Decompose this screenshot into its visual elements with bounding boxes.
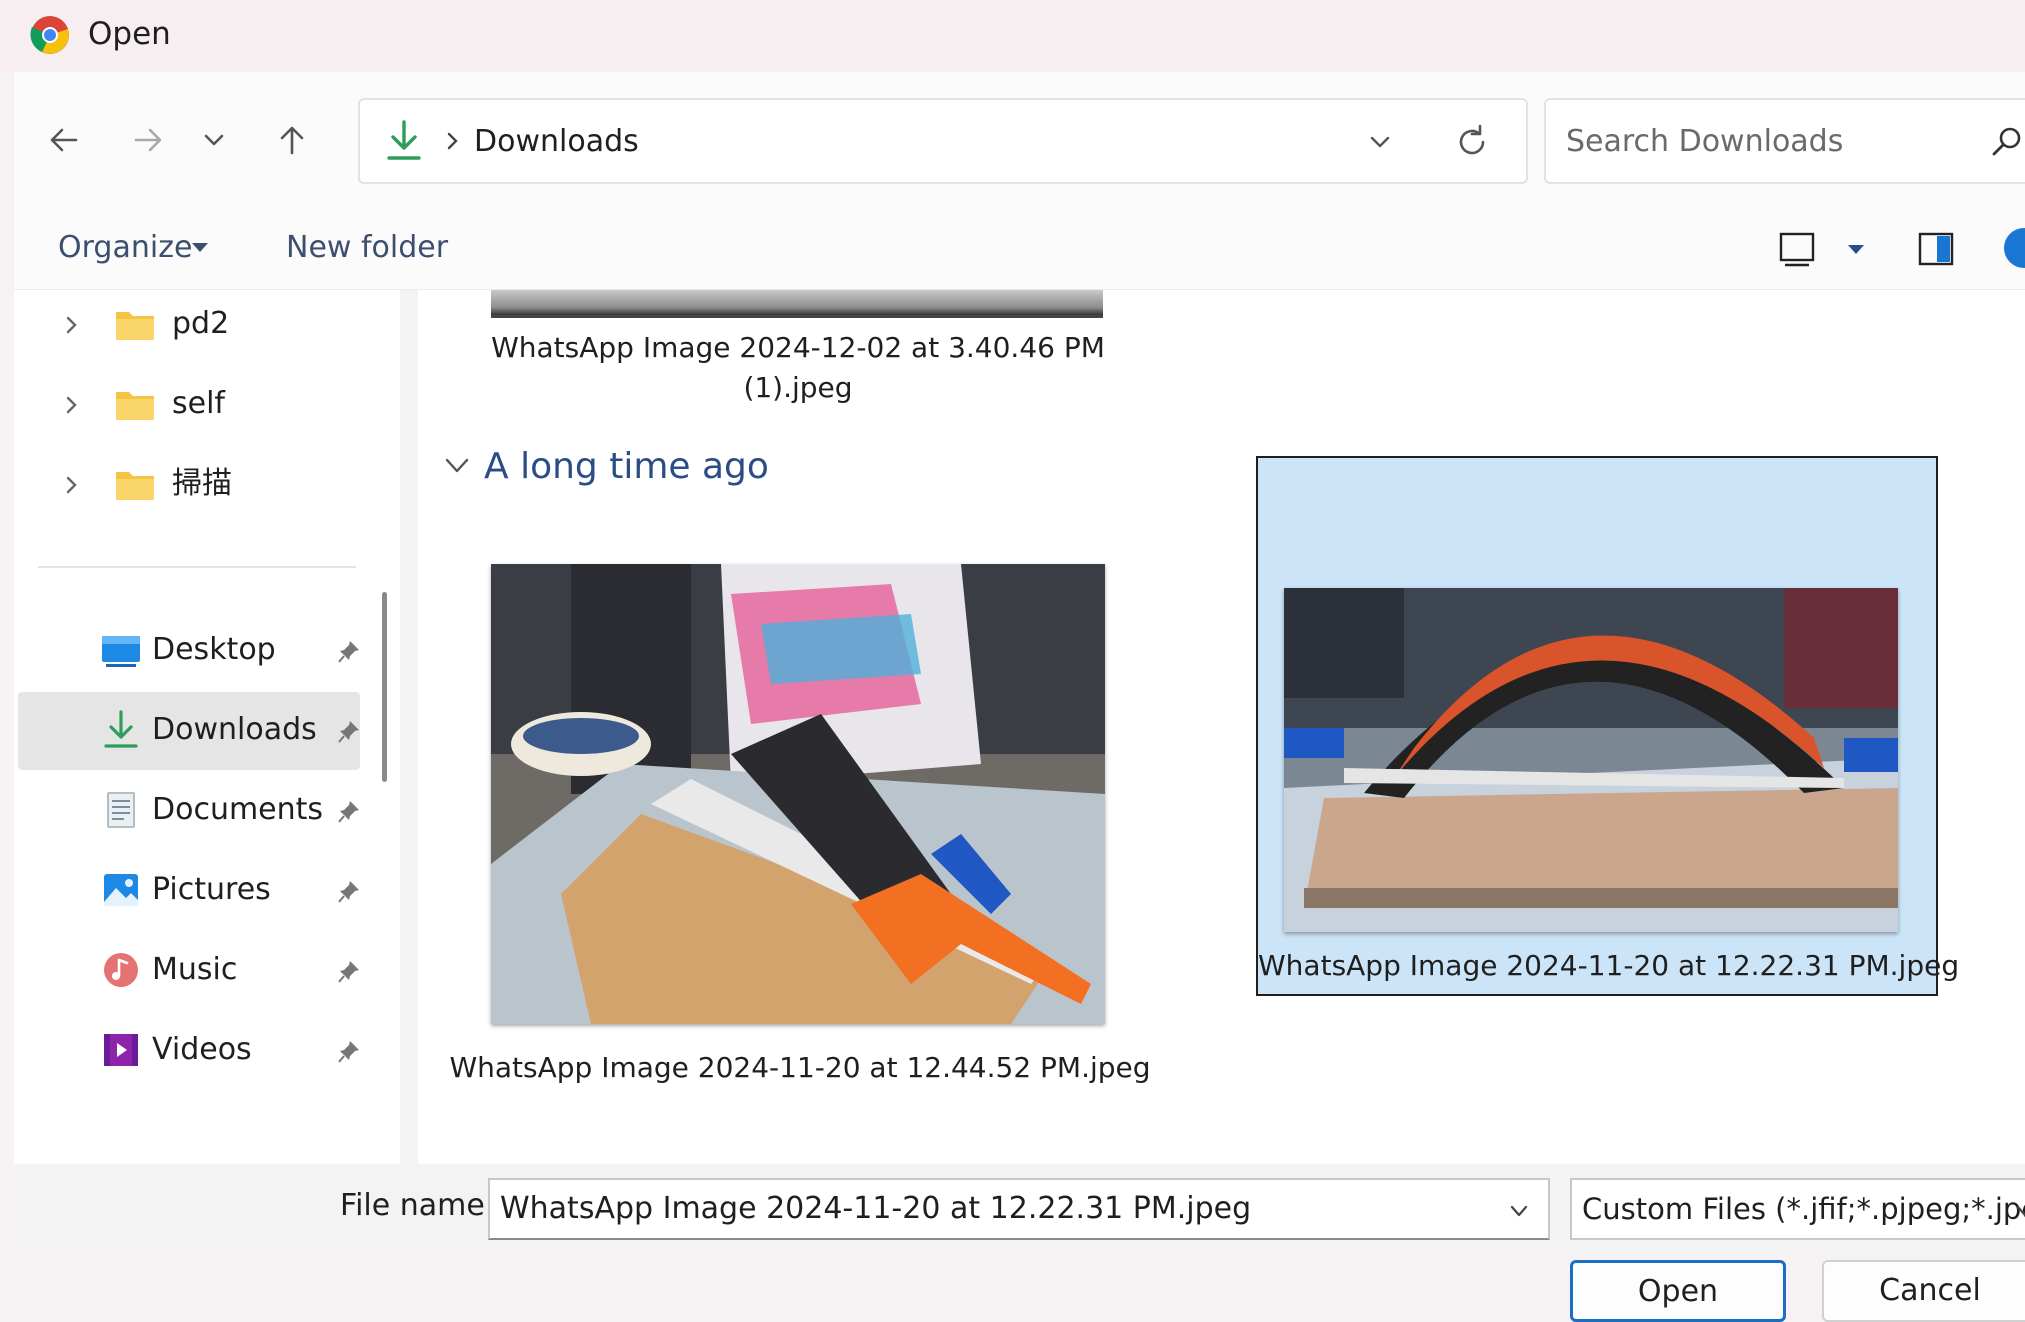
chevron-right-icon[interactable] (60, 392, 84, 418)
sidebar-scrollbar[interactable] (382, 592, 387, 782)
search-box[interactable]: Search Downloads (1544, 98, 2025, 184)
file-name: WhatsApp Image 2024-11-20 at 12.44.52 PM… (449, 1051, 1151, 1084)
caret-down-icon[interactable] (1846, 243, 1866, 257)
sidebar-item-label: pd2 (172, 306, 230, 341)
thumbnail-partial[interactable] (491, 290, 1103, 318)
organize-button[interactable]: Organize (58, 226, 192, 270)
image-thumbnail (491, 564, 1105, 1024)
chevron-down-icon (204, 134, 224, 146)
arrow-left-icon (50, 128, 78, 152)
sidebar-item-downloads[interactable]: Downloads (18, 692, 360, 770)
navigation-bar: Downloads Search Downloads (14, 72, 2025, 210)
command-bar: Organize New folder (14, 210, 2025, 290)
pin-icon[interactable] (336, 718, 362, 746)
refresh-icon[interactable] (1450, 120, 1494, 164)
group-label: A long time ago (484, 446, 769, 487)
help-icon[interactable] (2004, 228, 2025, 268)
pictures-icon (104, 874, 138, 906)
sidebar-item-label: Music (152, 952, 238, 987)
lego-bridge-photo (1284, 588, 1898, 932)
sidebar-item-documents[interactable]: Documents (18, 772, 360, 850)
pane-splitter[interactable] (400, 290, 418, 1164)
pin-icon[interactable] (336, 958, 362, 986)
chevron-down-icon[interactable] (444, 456, 470, 476)
download-icon (104, 710, 138, 748)
file-type-select[interactable]: Custom Files (*.jfif;*.pjpeg;*.jpe (1570, 1178, 2025, 1240)
back-button[interactable] (34, 110, 94, 170)
file-list: WhatsApp Image 2024-12-02 at 3.40.46 PM … (418, 290, 2025, 1164)
arrow-up-icon (280, 126, 304, 155)
window-title: Open (88, 16, 171, 52)
sidebar-item-scan[interactable]: 掃描 (14, 450, 364, 520)
pin-icon[interactable] (336, 1038, 362, 1066)
sidebar-divider (38, 566, 356, 568)
chevron-right-icon[interactable] (60, 472, 84, 498)
chevron-down-icon[interactable] (2012, 1196, 2025, 1226)
title-bar: Open (0, 0, 2025, 72)
lego-tray-photo (491, 564, 1105, 1024)
folder-icon (116, 392, 154, 420)
open-dialog: Downloads Search Downloads Organize New … (14, 72, 2025, 1322)
chevron-down-icon[interactable] (1360, 122, 1400, 162)
preview-pane-icon[interactable] (1916, 228, 1956, 270)
sidebar-item-pd2[interactable]: pd2 (14, 290, 364, 360)
navigation-pane: pd2 self 掃描 Desktop Downloads Documents (14, 290, 364, 1164)
pin-icon[interactable] (336, 798, 362, 826)
arrow-right-icon (134, 128, 162, 152)
chevron-down-icon[interactable] (1504, 1196, 1534, 1226)
open-button[interactable]: Open (1570, 1260, 1786, 1322)
sidebar-item-music[interactable]: Music (18, 932, 360, 1010)
sidebar-item-label: Documents (152, 792, 324, 827)
file-name: WhatsApp Image 2024-11-20 at 12.22.31 PM… (1258, 949, 1960, 982)
pin-icon[interactable] (336, 878, 362, 906)
videos-icon (104, 1034, 138, 1066)
pin-icon[interactable] (336, 638, 362, 666)
search-icon[interactable] (1986, 122, 2025, 162)
documents-icon (107, 792, 135, 828)
new-folder-button[interactable]: New folder (286, 226, 448, 270)
sidebar-item-desktop[interactable]: Desktop (18, 612, 360, 690)
file-name-line: WhatsApp Image 2024-12-02 at 3.40.46 PM (491, 331, 1105, 364)
folder-icon (116, 472, 154, 500)
caret-down-icon[interactable] (190, 241, 210, 255)
chrome-icon (30, 16, 69, 54)
music-icon (104, 953, 138, 987)
image-thumbnail (1284, 588, 1898, 932)
file-name-line: (1).jpeg (743, 371, 853, 404)
folder-icon (116, 312, 154, 340)
sidebar-item-label: Videos (152, 1032, 252, 1067)
chevron-right-icon[interactable] (60, 312, 84, 338)
file-name-input[interactable]: WhatsApp Image 2024-11-20 at 12.22.31 PM… (488, 1178, 1550, 1240)
address-location[interactable]: Downloads (474, 120, 639, 164)
desktop-icon (102, 636, 140, 667)
sidebar-item-label: Pictures (152, 872, 271, 907)
chevron-right-icon (447, 132, 458, 150)
file-name-top[interactable]: WhatsApp Image 2024-12-02 at 3.40.46 PM … (458, 328, 1138, 408)
file-name-label: File name: (340, 1188, 495, 1223)
download-icon (387, 120, 421, 160)
forward-button[interactable] (118, 110, 178, 170)
sidebar-item-label: Desktop (152, 632, 276, 667)
address-bar[interactable]: Downloads (358, 98, 1528, 184)
search-placeholder[interactable]: Search Downloads (1566, 120, 1843, 164)
cancel-button[interactable]: Cancel (1822, 1260, 2025, 1322)
file-item[interactable]: WhatsApp Image 2024-11-20 at 12.44.52 PM… (448, 558, 1151, 1098)
file-item-selected[interactable]: WhatsApp Image 2024-11-20 at 12.22.31 PM… (1256, 456, 1960, 996)
sidebar-item-label: 掃描 (172, 466, 232, 501)
sidebar-item-label: Downloads (152, 712, 317, 747)
up-button[interactable] (262, 110, 322, 170)
sidebar-item-label: self (172, 386, 225, 421)
recent-locations-button[interactable] (192, 110, 236, 170)
sidebar-item-pictures[interactable]: Pictures (18, 852, 360, 930)
sidebar-item-videos[interactable]: Videos (18, 1012, 360, 1090)
sidebar-item-self[interactable]: self (14, 370, 364, 440)
view-mode-icon[interactable] (1776, 228, 1818, 270)
